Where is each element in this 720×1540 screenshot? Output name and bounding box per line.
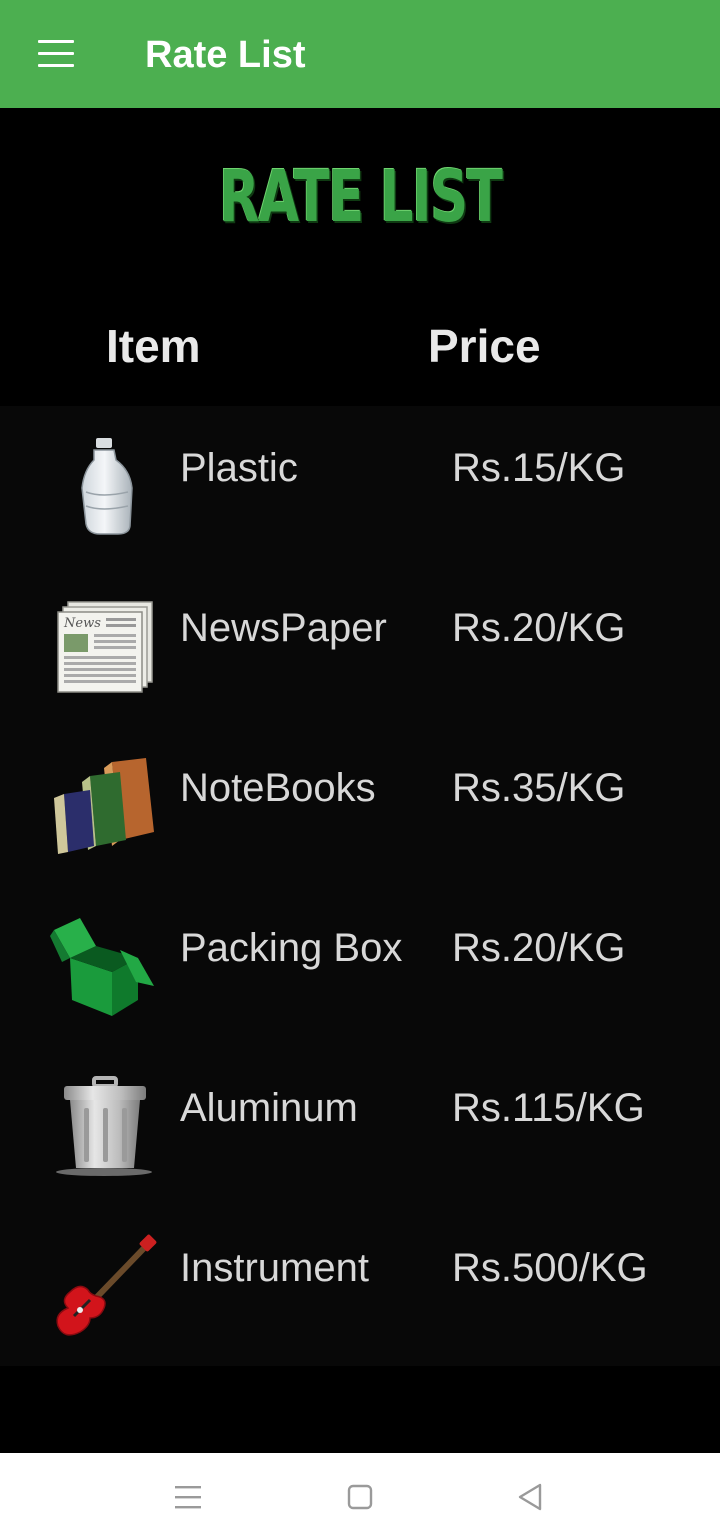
home-icon[interactable] (338, 1475, 382, 1519)
notebooks-icon (54, 758, 154, 854)
item-price: Rs.15/KG (452, 446, 626, 490)
item-price: Rs.35/KG (452, 766, 626, 810)
item-name: Packing Box (180, 926, 403, 970)
newspaper-icon: News (57, 601, 153, 693)
item-name: NewsPaper (180, 606, 387, 650)
list-item: Instrument Rs.500/KG (0, 1206, 720, 1366)
packing-box-icon (50, 918, 154, 1016)
recent-apps-icon[interactable] (166, 1475, 210, 1519)
guitar-icon (56, 1234, 157, 1336)
banner-text: RATE LIST (218, 156, 503, 239)
item-price: Rs.20/KG (452, 926, 626, 970)
column-header-price: Price (428, 320, 541, 372)
back-icon[interactable] (508, 1475, 552, 1519)
list-item: Packing Box Rs.20/KG (0, 886, 720, 1046)
list-item: News NewsPaper Rs.20/KG (0, 566, 720, 726)
list-item: Aluminum Rs.115/KG (0, 1046, 720, 1206)
plastic-bottle-icon (81, 438, 133, 535)
item-name: Plastic (180, 446, 298, 490)
item-price: Rs.115/KG (452, 1086, 645, 1130)
item-price: Rs.20/KG (452, 606, 626, 650)
system-nav-bar (0, 1453, 720, 1540)
hamburger-menu-icon[interactable] (26, 28, 86, 80)
svg-text:News: News (63, 616, 101, 631)
trash-can-icon (56, 1076, 152, 1176)
app-bar-title: Rate List (145, 34, 306, 76)
item-name: NoteBooks (180, 766, 376, 810)
item-price: Rs.500/KG (452, 1246, 648, 1290)
column-header-item: Item (106, 320, 201, 372)
app-bar: Rate List (0, 0, 720, 108)
list-item: Plastic Rs.15/KG (0, 406, 720, 566)
rate-list: Plastic Rs.15/KG News NewsPaper Rs.20/KG (0, 406, 720, 1366)
item-name: Aluminum (180, 1086, 358, 1130)
item-name: Instrument (180, 1246, 369, 1290)
rate-list-banner: RATE LIST (0, 150, 720, 246)
list-item: NoteBooks Rs.35/KG (0, 726, 720, 886)
